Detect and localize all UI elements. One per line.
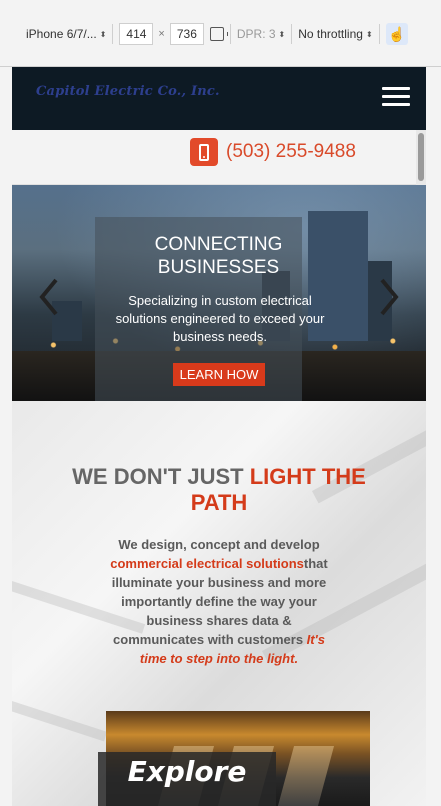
site-logo[interactable]: Capitol Electric Co., Inc. [36, 84, 220, 99]
section-headline: WE DON'T JUST LIGHT THE PATH [72, 464, 366, 515]
height-input[interactable]: 736 [169, 23, 204, 45]
site-header: Capitol Electric Co., Inc. [12, 67, 426, 130]
device-select-label: iPhone 6/7/... [26, 27, 97, 41]
dimension-separator: × [158, 28, 165, 40]
toolbar-divider [112, 24, 114, 44]
hamburger-menu-icon[interactable] [382, 87, 410, 107]
device-select[interactable]: iPhone 6/7/... ⬍ [26, 27, 106, 41]
chevron-down-icon: ⬍ [365, 29, 373, 39]
width-input[interactable]: 414 [119, 23, 154, 45]
phone-bar: (503) 255-9488 [12, 130, 426, 185]
scrollbar[interactable] [416, 130, 426, 185]
intro-section: WE DON'T JUST LIGHT THE PATH We design, … [12, 401, 426, 806]
throttling-select[interactable]: No throttling ⬍ [298, 27, 372, 41]
hero-title: CONNECTING BUSINESSES [154, 234, 283, 278]
chevron-down-icon: ⬍ [99, 29, 107, 39]
touch-icon[interactable]: ☝ [385, 23, 408, 45]
mobile-viewport: Capitol Electric Co., Inc. (503) 255-948… [12, 67, 426, 806]
phone-icon [190, 138, 218, 166]
toolbar-divider [291, 24, 293, 44]
explore-heading[interactable]: Explore [98, 755, 276, 788]
escalator [277, 746, 335, 806]
learn-how-button[interactable]: LEARN HOW [173, 363, 265, 386]
section-paragraph: We design, concept and develop commercia… [110, 537, 328, 666]
chevron-left-icon[interactable] [38, 277, 60, 317]
toolbar-divider [229, 24, 231, 44]
dpr-label: DPR: 3 [236, 27, 276, 41]
chevron-down-icon: ⬍ [278, 29, 286, 39]
chevron-right-icon[interactable] [378, 277, 400, 317]
rotate-icon[interactable] [209, 27, 228, 41]
dpr-select[interactable]: DPR: 3 ⬍ [237, 27, 285, 41]
hero-slider: CONNECTING BUSINESSES Specializing in cu… [12, 185, 426, 401]
phone-number-link[interactable]: (503) 255-9488 [226, 141, 356, 163]
device-toolbar: iPhone 6/7/... ⬍ 414 × 736 DPR: 3 ⬍ No t… [0, 0, 441, 67]
toolbar-divider [378, 24, 380, 44]
throttling-label: No throttling [298, 27, 363, 41]
hero-subtitle: Specializing in custom electrical soluti… [115, 293, 325, 344]
background-stripe [12, 701, 108, 742]
